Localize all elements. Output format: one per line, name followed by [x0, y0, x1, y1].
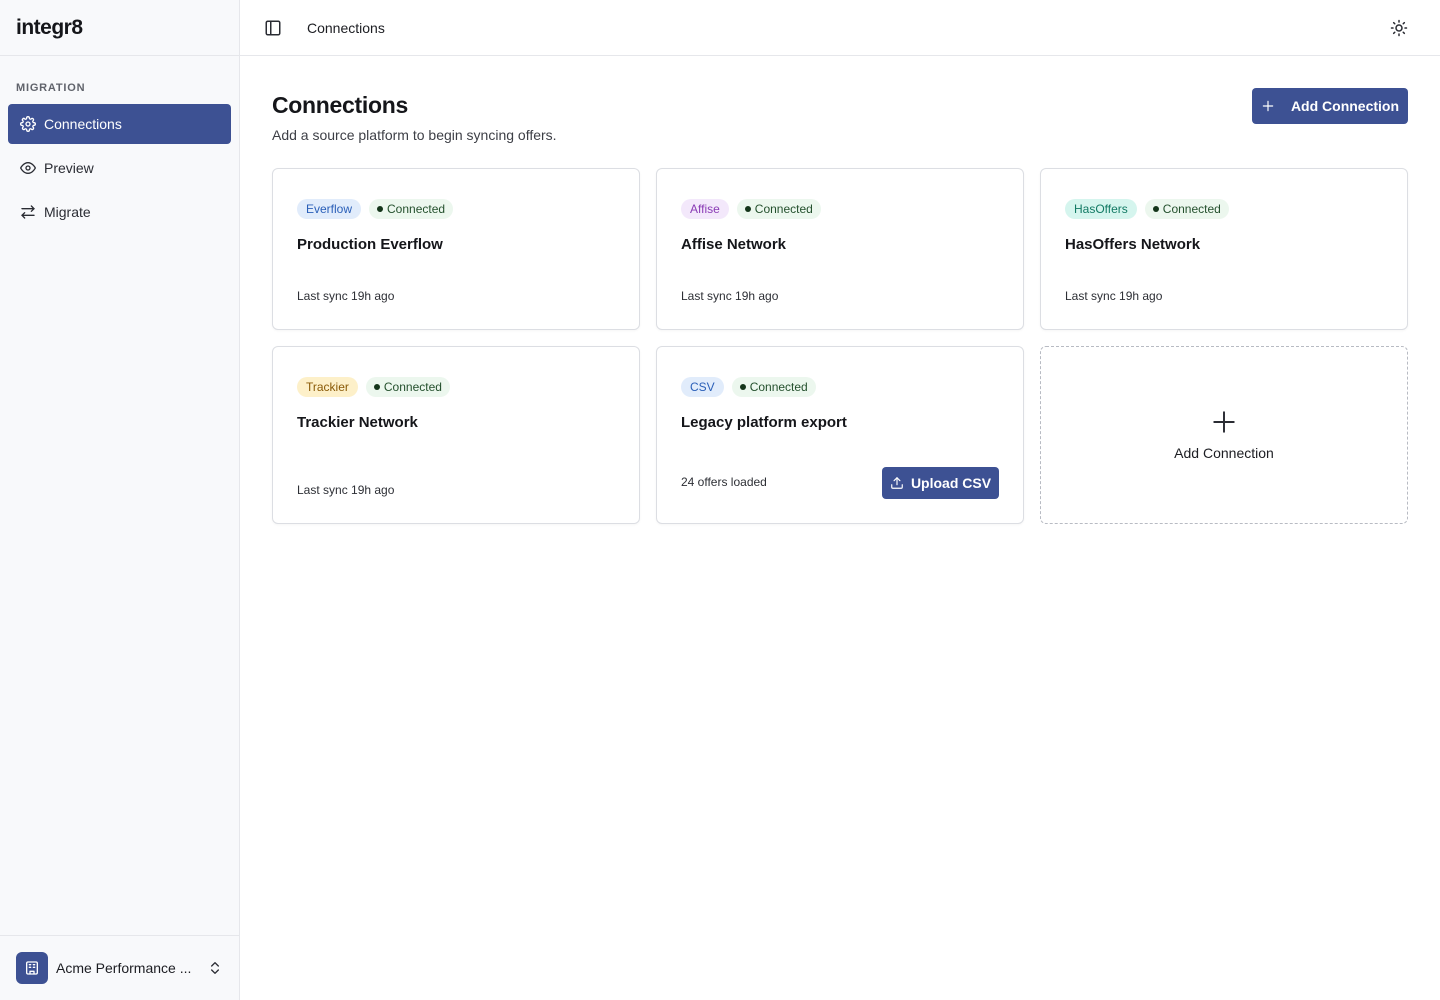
connection-card-everflow[interactable]: Everflow Connected Production Everflow L… — [272, 168, 640, 330]
platform-badge: Affise — [681, 199, 729, 219]
sidebar: integr8 MIGRATION Connections Preview Mi… — [0, 0, 240, 1000]
card-title: Production Everflow — [297, 236, 443, 253]
eye-icon — [20, 162, 36, 174]
arrows-swap-icon — [21, 205, 35, 219]
org-avatar — [16, 952, 48, 984]
plus-icon — [1213, 411, 1235, 433]
card-badges: Everflow Connected — [297, 199, 615, 219]
card-badges: CSV Connected — [681, 377, 999, 397]
status-label: Connected — [754, 202, 813, 216]
sidebar-item-label: Connections — [44, 116, 122, 132]
upload-csv-label: Upload CSV — [910, 475, 992, 491]
connection-card-affise[interactable]: Affise Connected Affise Network Last syn… — [656, 168, 1024, 330]
platform-badge: CSV — [681, 377, 724, 397]
connection-card-trackier[interactable]: Trackier Connected Trackier Network Last… — [272, 346, 640, 524]
platform-badge: Everflow — [297, 199, 362, 219]
sidebar-toggle-icon[interactable] — [264, 19, 282, 37]
app-logo: integr8 — [0, 0, 239, 56]
add-connection-label: Add Connection — [1290, 98, 1400, 114]
sidebar-item-label: Preview — [44, 160, 94, 176]
last-sync-text: Last sync 19h ago — [297, 483, 395, 497]
card-title: Legacy platform export — [681, 414, 847, 431]
card-badges: Affise Connected — [681, 199, 999, 219]
add-connection-card[interactable]: Add Connection — [1040, 346, 1408, 524]
add-connection-card-label: Add Connection — [1174, 445, 1274, 461]
status-dot — [1152, 206, 1159, 212]
upload-icon — [891, 477, 903, 489]
sidebar-item-label: Migrate — [44, 204, 91, 220]
status-badge: Connected — [369, 199, 454, 219]
last-sync-text: Last sync 19h ago — [297, 289, 395, 303]
card-title: Affise Network — [681, 236, 787, 253]
add-connection-button[interactable]: Add Connection — [1252, 88, 1408, 124]
org-name: Acme Performance ... — [56, 960, 192, 976]
status-dot — [377, 206, 384, 212]
status-badge: Connected — [365, 377, 450, 397]
card-badges: Trackier Connected — [297, 377, 615, 397]
sidebar-item-preview[interactable]: Preview — [8, 148, 231, 188]
last-sync-text: Last sync 19h ago — [1065, 289, 1163, 303]
status-badge: Connected — [731, 377, 816, 397]
card-badges: HasOffers Connected — [1065, 199, 1383, 219]
gear-icon — [20, 116, 36, 132]
status-badge: Connected — [736, 199, 821, 219]
offers-loaded-text: 24 offers loaded — [681, 475, 767, 489]
status-badge: Connected — [1144, 199, 1229, 219]
card-title: HasOffers Network — [1065, 236, 1201, 253]
sidebar-item-migrate[interactable]: Migrate — [8, 192, 231, 232]
sidebar-nav: Connections Preview Migrate — [0, 104, 239, 232]
sun-icon[interactable] — [1390, 19, 1408, 37]
plus-icon — [1262, 100, 1274, 112]
platform-badge: HasOffers — [1065, 199, 1137, 219]
last-sync-text: Last sync 19h ago — [681, 289, 779, 303]
sidebar-item-connections[interactable]: Connections — [8, 104, 231, 144]
status-label: Connected — [749, 380, 808, 394]
status-label: Connected — [1162, 202, 1221, 216]
status-label: Connected — [383, 380, 442, 394]
breadcrumb: Connections — [307, 19, 385, 36]
platform-badge: Trackier — [297, 377, 358, 397]
connection-card-hasoffers[interactable]: HasOffers Connected HasOffers Network La… — [1040, 168, 1408, 330]
section-label-migration: MIGRATION — [16, 82, 86, 94]
upload-csv-button[interactable]: Upload CSV — [882, 467, 999, 499]
chevron-up-down-icon — [211, 962, 219, 974]
connection-card-csv[interactable]: CSV Connected Legacy platform export 24 … — [656, 346, 1024, 524]
topbar: Connections — [240, 0, 1440, 56]
connections-grid: Everflow Connected Production Everflow L… — [272, 168, 1408, 524]
card-title: Trackier Network — [297, 414, 418, 431]
page-title: Connections — [272, 92, 408, 118]
status-label: Connected — [387, 202, 446, 216]
building-icon — [26, 961, 38, 975]
status-dot — [373, 384, 380, 390]
status-dot — [739, 384, 746, 390]
page-subtitle: Add a source platform to begin syncing o… — [272, 127, 557, 143]
status-dot — [744, 206, 751, 212]
org-switcher[interactable]: Acme Performance ... — [0, 935, 239, 1000]
